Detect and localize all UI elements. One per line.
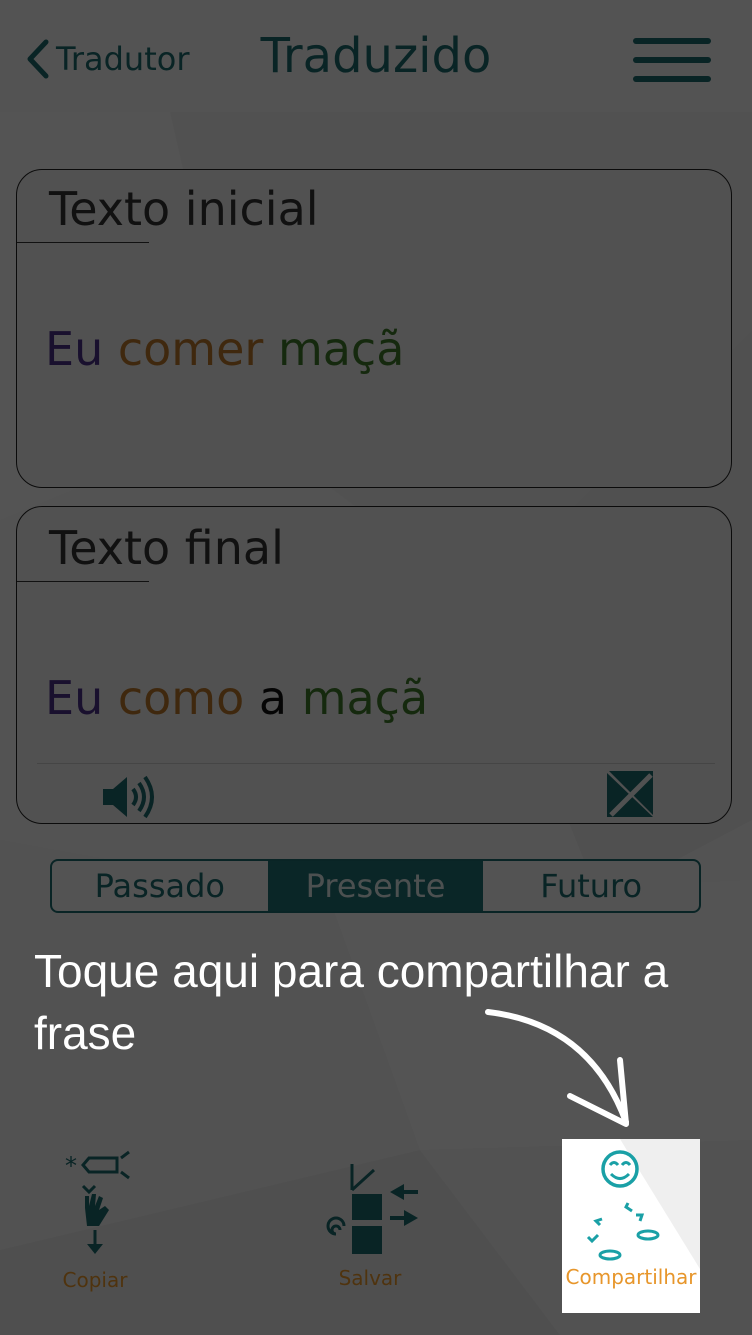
tense-past[interactable]: Passado: [52, 861, 268, 911]
copy-label: Copiar: [62, 1268, 128, 1292]
share-label: Compartilhar: [565, 1265, 697, 1289]
tense-present[interactable]: Presente: [267, 861, 484, 911]
share-button[interactable]: Compartilhar: [562, 1139, 700, 1313]
copy-button[interactable]: * Copiar: [52, 1150, 138, 1292]
output-text-card: Texto final Eu como a maçã: [16, 506, 732, 824]
card-divider: [37, 763, 715, 764]
tense-future[interactable]: Futuro: [483, 861, 699, 911]
share-sign-icon: [586, 1150, 660, 1261]
output-word-subject: Eu: [45, 671, 104, 725]
save-label: Salvar: [338, 1266, 402, 1290]
input-text-card: Texto inicial Eu comer maçã: [16, 169, 732, 488]
save-button[interactable]: Salvar: [318, 1160, 422, 1290]
save-sign-icon: [326, 1164, 418, 1254]
input-card-title: Texto inicial: [49, 182, 319, 236]
expand-icon[interactable]: [607, 771, 655, 819]
input-card-underline: [17, 242, 149, 243]
output-phrase[interactable]: Eu como a maçã: [45, 671, 428, 725]
translated-screen: Tradutor Traduzido Texto inicial Eu come…: [0, 0, 752, 1335]
output-card-title: Texto final: [49, 521, 284, 575]
output-word-article: a: [258, 671, 288, 725]
output-word-verb: como: [117, 671, 245, 725]
input-word-verb: comer: [117, 322, 264, 376]
speaker-icon[interactable]: [101, 771, 157, 823]
curved-arrow-icon: [485, 1009, 629, 1127]
output-word-object: maçã: [301, 671, 429, 725]
hamburger-menu-icon[interactable]: [633, 38, 711, 84]
output-card-underline: [17, 581, 149, 582]
top-bar: Tradutor Traduzido: [0, 0, 752, 112]
copy-sign-icon: *: [65, 1150, 130, 1254]
input-phrase[interactable]: Eu comer maçã: [45, 322, 404, 376]
input-word-subject: Eu: [45, 322, 104, 376]
input-word-object: maçã: [277, 322, 405, 376]
tense-selector: Passado Presente Futuro: [50, 859, 701, 913]
svg-text:*: *: [65, 1152, 77, 1180]
